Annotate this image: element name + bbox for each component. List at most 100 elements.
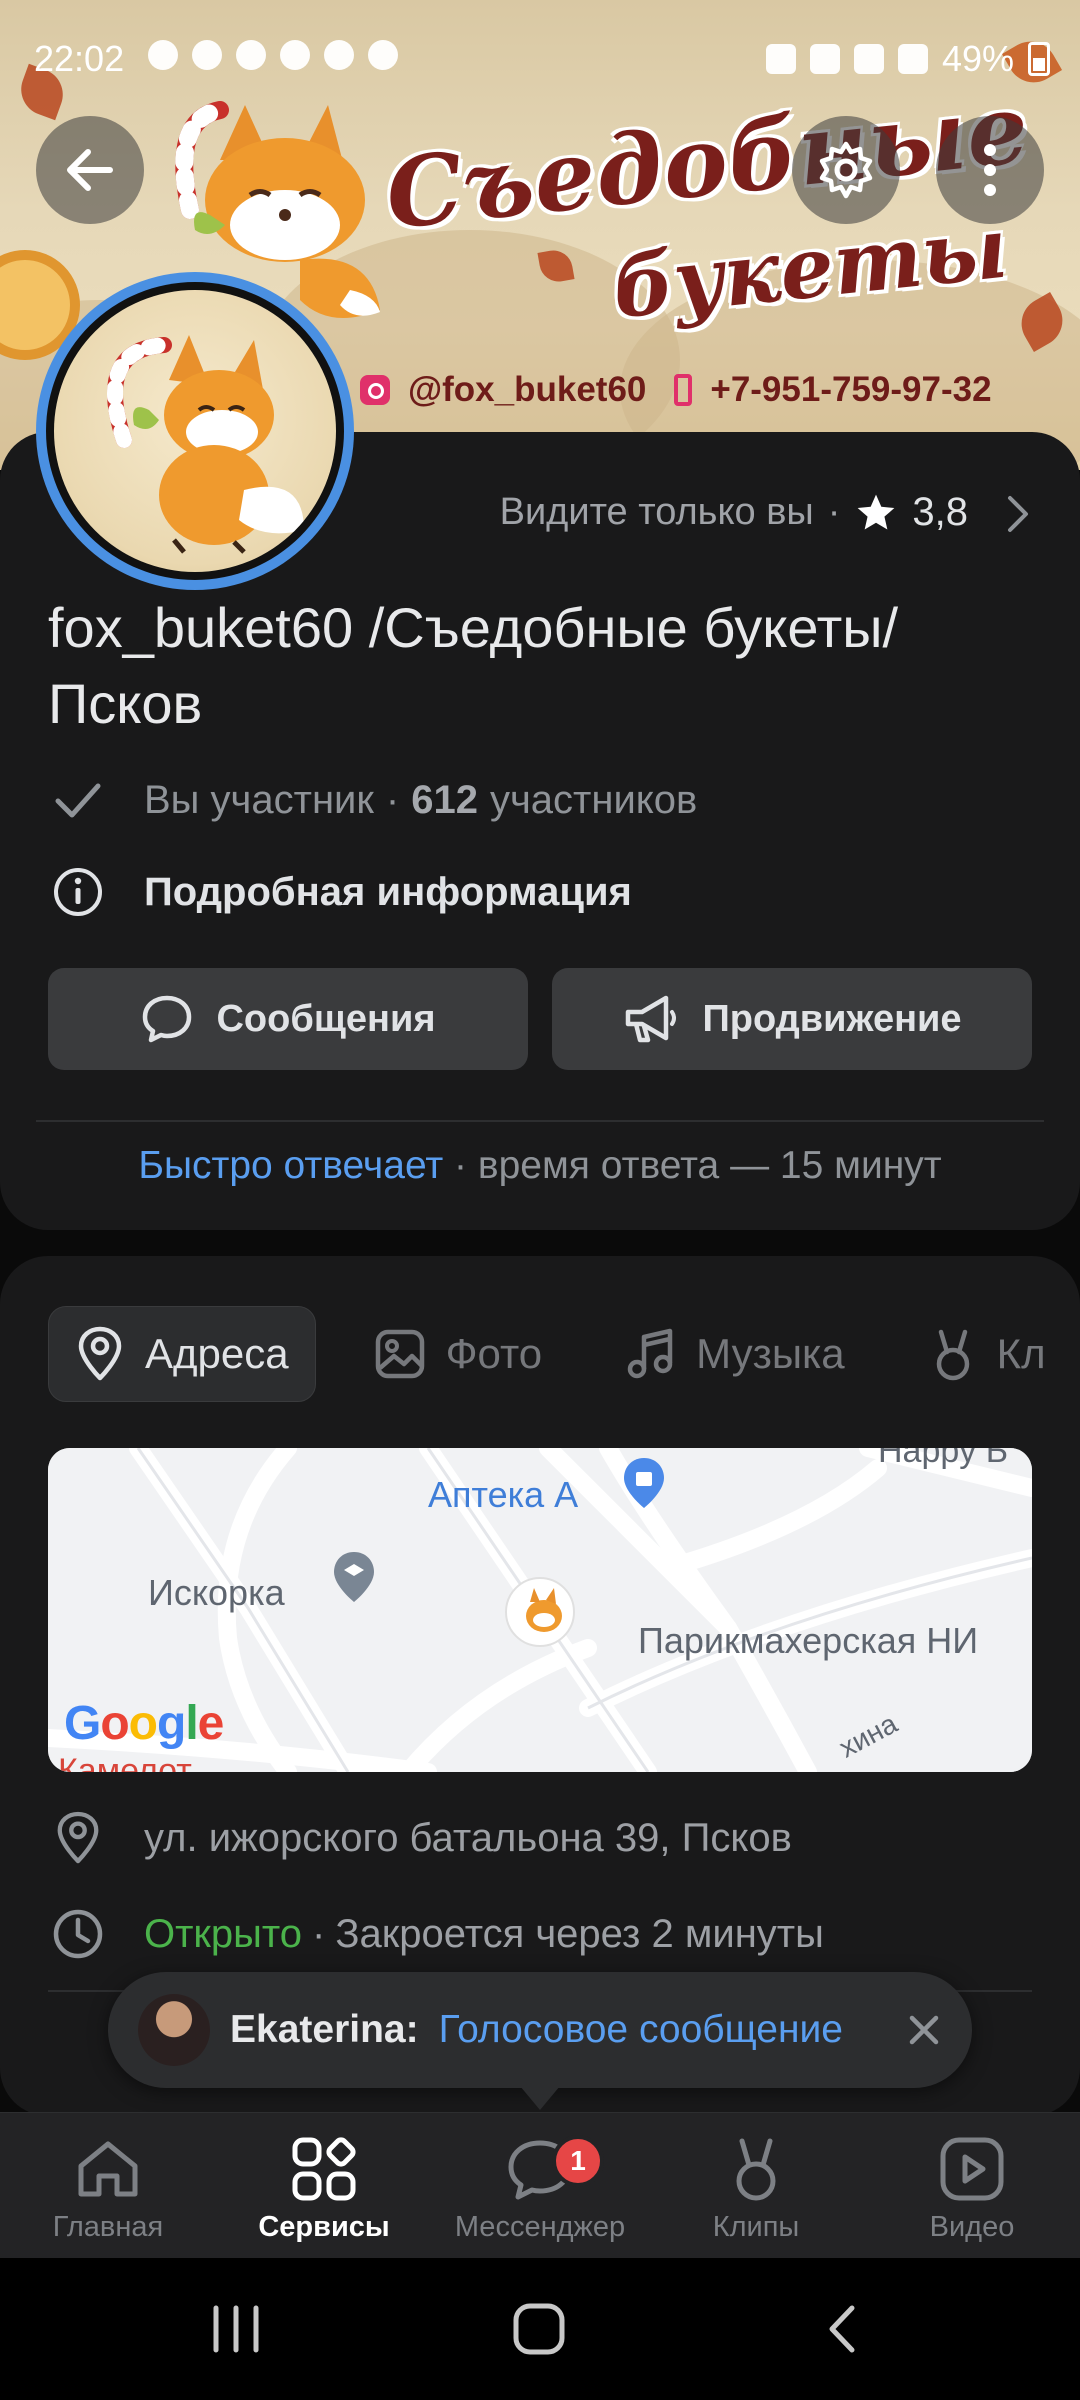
- nav-label: Клипы: [712, 2211, 800, 2243]
- fast-reply-label: Быстро отвечает: [138, 1144, 444, 1187]
- hours-row[interactable]: Открыто · Закроется через 2 минуты: [48, 1904, 824, 1964]
- cover-contacts: @fox_buket60 +7-951-759-97-32: [360, 370, 992, 410]
- address-row[interactable]: ул. ижорского батальона 39, Псков: [48, 1808, 792, 1868]
- chat-notification-icon: [148, 40, 178, 70]
- map-label-pharmacy: Аптека А: [428, 1474, 579, 1515]
- open-status: Открыто: [144, 1911, 303, 1956]
- chevron-right-icon[interactable]: [1006, 494, 1030, 534]
- clock-icon: [53, 1909, 103, 1959]
- messages-button-label: Сообщения: [216, 997, 436, 1040]
- nav-label: Главная: [52, 2211, 164, 2243]
- signal-icon-2: [897, 44, 928, 74]
- rating-row[interactable]: Видите только вы · 3,8: [500, 490, 968, 535]
- location-pin-icon: [78, 1326, 122, 1381]
- details-label: Подробная информация: [144, 869, 632, 914]
- tab-photos[interactable]: Фото: [348, 1306, 569, 1402]
- map-label-iskorka: Искорка: [148, 1572, 285, 1613]
- fox-avatar-icon: [107, 335, 304, 554]
- wifi-icon: [809, 44, 840, 74]
- map-label-happy: Happy Б: [878, 1448, 1009, 1470]
- call-notification-icon: [280, 40, 310, 70]
- app-notification-icon: [236, 40, 266, 70]
- nav-video[interactable]: Видео: [872, 2127, 1072, 2244]
- toast-pointer: [520, 2086, 560, 2110]
- promotion-button[interactable]: Продвижение: [552, 968, 1032, 1070]
- megaphone-icon: [626, 995, 677, 1043]
- checkmark-icon: [55, 783, 101, 818]
- arrow-left-icon: [67, 149, 113, 191]
- messages-button[interactable]: Сообщения: [48, 968, 528, 1070]
- tab-addresses[interactable]: Адреса: [48, 1306, 316, 1402]
- community-title: fox_buket60 /Съедобные букеты/ Псков: [48, 596, 899, 735]
- cover-phone: +7-951-759-97-32: [710, 370, 992, 409]
- nav-label: Сервисы: [258, 2211, 390, 2243]
- nav-services[interactable]: Сервисы: [224, 2127, 424, 2244]
- nav-clips[interactable]: Клипы: [656, 2127, 856, 2244]
- reply-time: время ответа — 15 минут: [477, 1144, 942, 1187]
- unread-badge: 1: [552, 2135, 604, 2187]
- members-count: 612: [411, 777, 478, 822]
- status-bar: 22:02 49%: [0, 0, 1080, 120]
- battery-icon: [1028, 42, 1050, 76]
- mail-notification-icon: [192, 40, 222, 70]
- member-status: Вы участник: [144, 777, 374, 822]
- tab-label: Фото: [445, 1330, 543, 1377]
- signal-icon: [853, 44, 884, 74]
- voice-message-toast[interactable]: Ekaterina: Голосовое сообщение: [108, 1972, 972, 2088]
- nav-label: Мессенджер: [454, 2211, 626, 2243]
- nav-label: Видео: [929, 2211, 1015, 2243]
- back-button[interactable]: [36, 116, 144, 224]
- gear-icon: [819, 141, 873, 199]
- tab-music[interactable]: Музыка: [600, 1306, 871, 1402]
- video-icon: [940, 2137, 1004, 2201]
- recents-icon[interactable]: [206, 2304, 266, 2354]
- tab-clips[interactable]: Кл: [903, 1306, 1072, 1402]
- status-right: 49%: [765, 38, 1050, 80]
- more-options-button[interactable]: [936, 116, 1044, 224]
- separator-dot: ·: [454, 1144, 468, 1187]
- tab-label: Музыка: [696, 1330, 845, 1377]
- divider: [36, 1120, 1044, 1122]
- community-avatar[interactable]: [36, 272, 354, 590]
- battery-percent: 49%: [941, 38, 1014, 79]
- separator-dot: ·: [385, 777, 400, 822]
- notification-icons: [148, 40, 398, 70]
- music-note-icon: [627, 1328, 673, 1379]
- clips-icon: [736, 2138, 776, 2201]
- bottom-navigation: Главная Сервисы Мессенджер 1 Клипы Видео: [0, 2112, 1080, 2258]
- nav-messenger[interactable]: Мессенджер 1: [440, 2127, 640, 2244]
- search-notification-icon: [368, 40, 398, 70]
- back-chevron-icon[interactable]: [822, 2302, 862, 2356]
- alarm-icon: [765, 44, 796, 74]
- response-time: Быстро отвечает · время ответа — 15 мину…: [0, 1144, 1080, 1188]
- members-row[interactable]: Вы участник · 612 участников: [48, 770, 697, 830]
- map-preview[interactable]: Аптека А Искорка Парикмахерская НИ Happy…: [48, 1448, 1032, 1772]
- photo-icon: [375, 1329, 424, 1379]
- promotion-button-label: Продвижение: [702, 997, 962, 1040]
- instagram-icon: [360, 375, 390, 405]
- visibility-label: Видите только вы: [499, 491, 814, 533]
- phone-icon: [674, 374, 693, 406]
- address-text: ул. ижорского батальона 39, Псков: [144, 1815, 792, 1860]
- close-icon[interactable]: [906, 2012, 942, 2048]
- sender-avatar: [138, 1994, 210, 2066]
- toast-message: Голосовое сообщение: [438, 2008, 843, 2051]
- separator-dot: ·: [312, 1911, 326, 1956]
- rating-value: 3,8: [912, 490, 968, 534]
- sender-name: Ekaterina:: [230, 2008, 419, 2051]
- section-tabs: Адреса Фото Музыка Кл: [48, 1306, 1072, 1402]
- settings-button[interactable]: [792, 116, 900, 224]
- star-icon: [858, 494, 895, 529]
- nav-home[interactable]: Главная: [8, 2127, 208, 2244]
- tab-label: Кл: [996, 1330, 1046, 1377]
- services-grid-icon: [292, 2137, 356, 2201]
- map-label-hairdresser: Парикмахерская НИ: [638, 1620, 979, 1661]
- details-row[interactable]: Подробная информация: [48, 862, 632, 922]
- upload-notification-icon: [324, 40, 354, 70]
- home-circle-icon[interactable]: [510, 2300, 568, 2358]
- google-logo: Google: [64, 1697, 224, 1750]
- members-label: участников: [489, 777, 698, 822]
- message-bubble-icon: [143, 995, 192, 1043]
- tab-label: Адреса: [145, 1330, 289, 1377]
- home-icon: [78, 2141, 138, 2197]
